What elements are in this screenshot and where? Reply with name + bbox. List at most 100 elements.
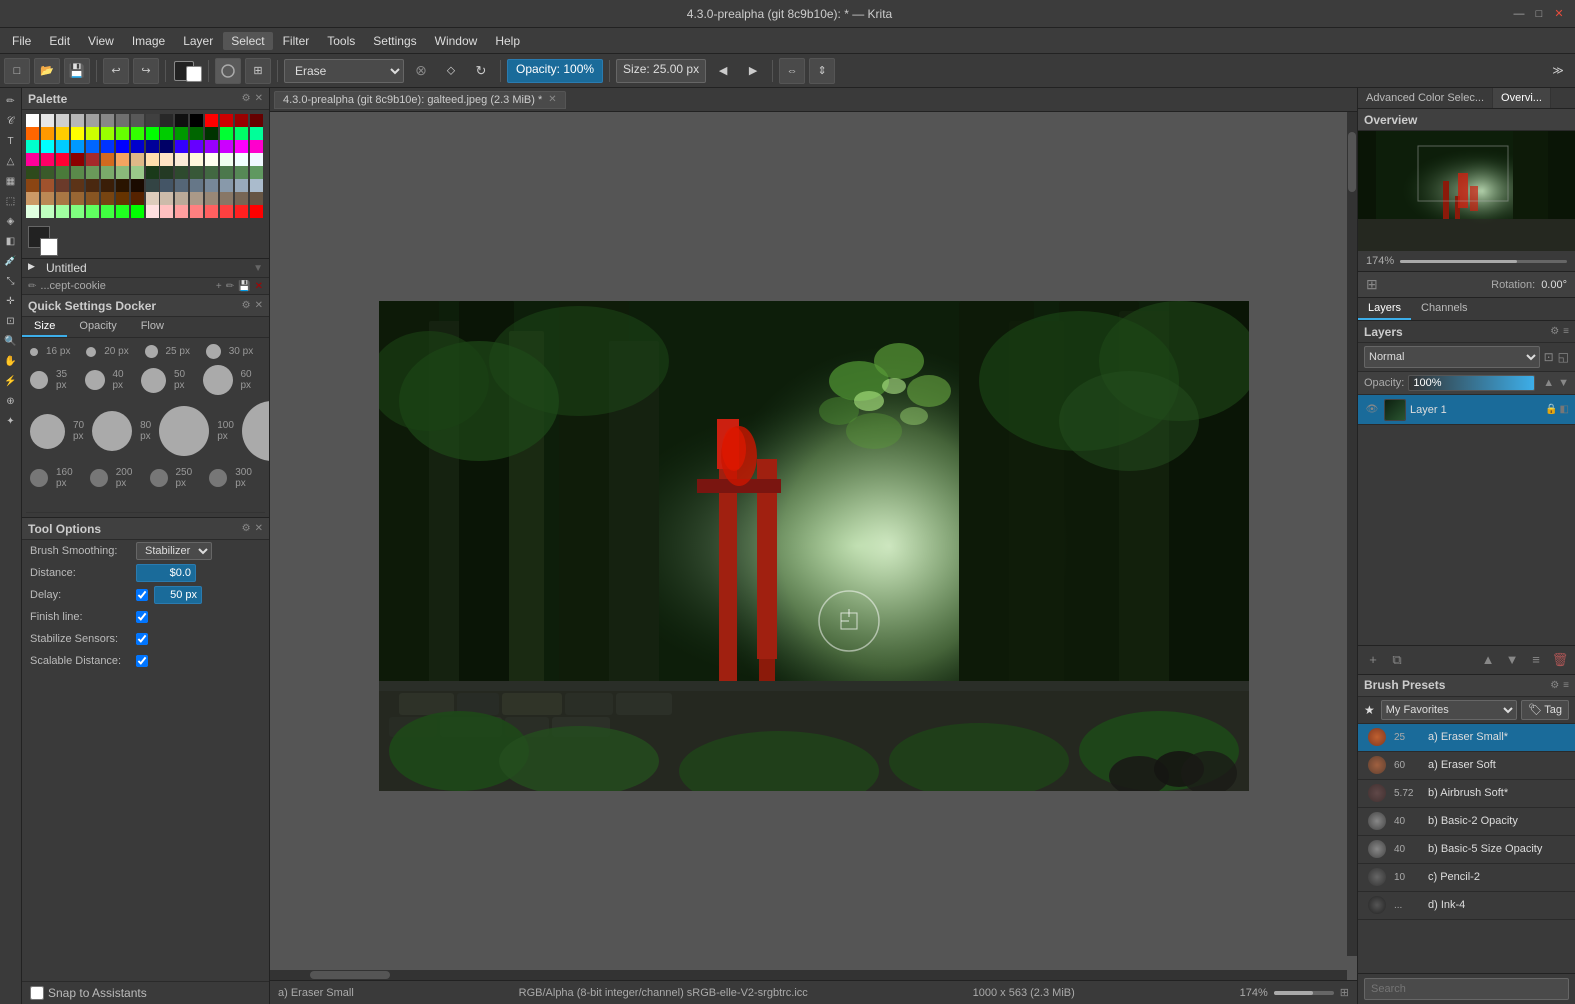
palette-color-67[interactable]: [71, 166, 84, 179]
palette-color-121[interactable]: [160, 205, 173, 218]
palette-color-65[interactable]: [41, 166, 54, 179]
palette-color-4[interactable]: [86, 114, 99, 127]
palette-color-104[interactable]: [146, 192, 159, 205]
layer-lock-icon-1[interactable]: 🔒: [1545, 404, 1557, 415]
palette-color-81[interactable]: [41, 179, 54, 192]
menu-image[interactable]: Image: [124, 32, 173, 50]
move-layer-up-button[interactable]: ▲: [1477, 649, 1499, 671]
opacity-up-icon[interactable]: ▲: [1543, 377, 1554, 389]
tool-eyedropper[interactable]: 💉: [2, 252, 20, 270]
palette-color-70[interactable]: [116, 166, 129, 179]
palette-color-24[interactable]: [146, 127, 159, 140]
palette-color-29[interactable]: [220, 127, 233, 140]
palette-color-28[interactable]: [205, 127, 218, 140]
palette-color-11[interactable]: [190, 114, 203, 127]
canvas-image[interactable]: [379, 301, 1249, 791]
tool-gradient[interactable]: ◧: [2, 232, 20, 250]
palette-color-87[interactable]: [131, 179, 144, 192]
palette-color-92[interactable]: [205, 179, 218, 192]
close-button[interactable]: ✕: [1551, 6, 1567, 22]
tool-calligraphy[interactable]: 𝒞: [2, 112, 20, 130]
tool-transform[interactable]: ⤡: [2, 272, 20, 290]
scrollbar-thumb[interactable]: [1348, 132, 1356, 192]
palette-color-1[interactable]: [41, 114, 54, 127]
palette-color-14[interactable]: [235, 114, 248, 127]
palette-color-123[interactable]: [190, 205, 203, 218]
palette-color-111[interactable]: [250, 192, 263, 205]
palette-color-60[interactable]: [205, 153, 218, 166]
layer-alpha-icon-1[interactable]: ◧: [1560, 404, 1569, 415]
scalable-distance-checkbox[interactable]: [136, 655, 148, 667]
palette-color-99[interactable]: [71, 192, 84, 205]
palette-color-44[interactable]: [205, 140, 218, 153]
delay-checkbox[interactable]: [136, 589, 148, 601]
brush-preset-airbrush-soft[interactable]: 5.72 b) Airbrush Soft*: [1358, 780, 1575, 808]
duplicate-layer-button[interactable]: ⧉: [1386, 649, 1408, 671]
brush-preset-basic5-size[interactable]: 40 b) Basic-5 Size Opacity: [1358, 836, 1575, 864]
palette-color-38[interactable]: [116, 140, 129, 153]
palette-close-icon[interactable]: ✕: [255, 93, 263, 104]
palette-color-15[interactable]: [250, 114, 263, 127]
menu-window[interactable]: Window: [427, 32, 486, 50]
palette-color-109[interactable]: [220, 192, 233, 205]
brush-dot-25[interactable]: [145, 345, 158, 358]
palette-settings-icon[interactable]: ⚙: [242, 93, 251, 104]
brush-add-icon[interactable]: +: [216, 281, 222, 292]
minimize-button[interactable]: —: [1511, 6, 1527, 22]
palette-color-12[interactable]: [205, 114, 218, 127]
palette-color-124[interactable]: [205, 205, 218, 218]
menu-settings[interactable]: Settings: [365, 32, 424, 50]
size-decrement-button[interactable]: ◀: [710, 58, 736, 84]
palette-color-91[interactable]: [190, 179, 203, 192]
brush-dot-50[interactable]: [141, 368, 166, 393]
brush-dot-300[interactable]: [209, 469, 227, 487]
palette-color-25[interactable]: [160, 127, 173, 140]
background-color[interactable]: [40, 238, 58, 256]
tab-size[interactable]: Size: [22, 317, 67, 337]
tab-advanced-color[interactable]: Advanced Color Selec...: [1358, 88, 1493, 108]
palette-color-101[interactable]: [101, 192, 114, 205]
palette-color-56[interactable]: [146, 153, 159, 166]
brush-preset-basic2-opacity[interactable]: 40 b) Basic-2 Opacity: [1358, 808, 1575, 836]
menu-select[interactable]: Select: [223, 32, 272, 50]
palette-color-105[interactable]: [160, 192, 173, 205]
toolbar-options-button[interactable]: ≫: [1545, 58, 1571, 84]
palette-color-8[interactable]: [146, 114, 159, 127]
palette-color-18[interactable]: [56, 127, 69, 140]
undo-button[interactable]: ↩: [103, 58, 129, 84]
palette-color-110[interactable]: [235, 192, 248, 205]
palette-color-57[interactable]: [160, 153, 173, 166]
palette-color-51[interactable]: [71, 153, 84, 166]
palette-color-75[interactable]: [190, 166, 203, 179]
palette-color-69[interactable]: [101, 166, 114, 179]
tool-pan[interactable]: ✋: [2, 352, 20, 370]
clear-button[interactable]: ⊗: [408, 58, 434, 84]
palette-color-72[interactable]: [146, 166, 159, 179]
redo-button[interactable]: ↪: [133, 58, 159, 84]
palette-color-3[interactable]: [71, 114, 84, 127]
palette-color-55[interactable]: [131, 153, 144, 166]
palette-color-116[interactable]: [86, 205, 99, 218]
mirror-h-button[interactable]: ⇔: [779, 58, 805, 84]
tool-shapes[interactable]: △: [2, 152, 20, 170]
palette-color-47[interactable]: [250, 140, 263, 153]
palette-color-114[interactable]: [56, 205, 69, 218]
palette-color-30[interactable]: [235, 127, 248, 140]
brush-dot-60[interactable]: [203, 365, 233, 395]
palette-color-84[interactable]: [86, 179, 99, 192]
brush-dot-100[interactable]: [159, 406, 209, 456]
palette-color-106[interactable]: [175, 192, 188, 205]
palette-color-98[interactable]: [56, 192, 69, 205]
palette-color-108[interactable]: [205, 192, 218, 205]
palette-color-27[interactable]: [190, 127, 203, 140]
palette-color-6[interactable]: [116, 114, 129, 127]
brush-dot-35[interactable]: [30, 371, 48, 389]
tool-filter[interactable]: ✦: [2, 412, 20, 430]
palette-color-46[interactable]: [235, 140, 248, 153]
palette-color-7[interactable]: [131, 114, 144, 127]
brush-smoothing-select[interactable]: Stabilizer Basic None: [136, 542, 212, 560]
palette-color-45[interactable]: [220, 140, 233, 153]
palette-color-37[interactable]: [101, 140, 114, 153]
bp-filter-select[interactable]: My Favorites All Erasers: [1381, 700, 1518, 720]
rotation-expand-icon[interactable]: ⊞: [1366, 276, 1378, 293]
